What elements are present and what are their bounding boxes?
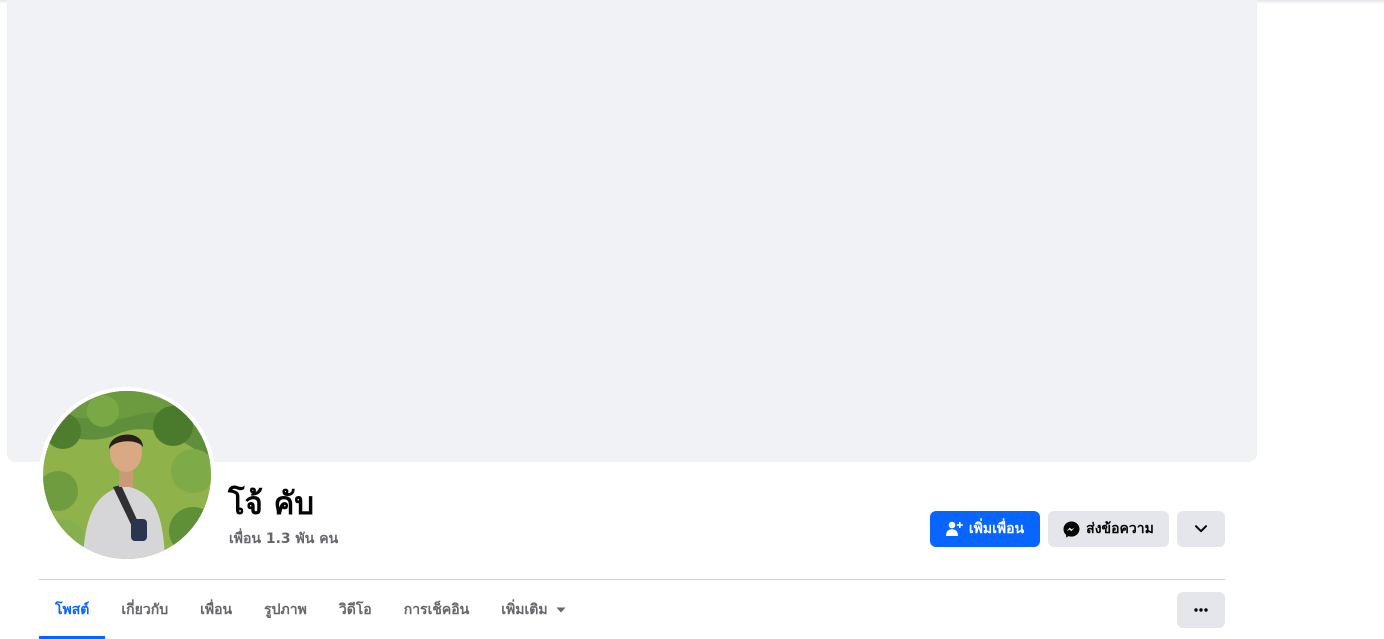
tab-label: เพื่อน bbox=[200, 601, 233, 618]
tab-photos[interactable]: รูปภาพ bbox=[248, 580, 323, 639]
profile-name: โจ้ คับ bbox=[228, 486, 315, 522]
more-dots-icon bbox=[1194, 608, 1208, 612]
tab-checkins[interactable]: การเช็คอิน bbox=[388, 580, 486, 639]
tab-friends[interactable]: เพื่อน bbox=[184, 580, 248, 639]
add-friend-label: เพิ่มเพื่อน bbox=[968, 521, 1025, 537]
tab-videos[interactable]: วิดีโอ bbox=[323, 580, 388, 639]
profile-tabs: โพสต์ เกี่ยวกับ เพื่อน รูปภาพ วิดีโอ การ… bbox=[39, 580, 582, 639]
message-label: ส่งข้อความ bbox=[1086, 521, 1154, 537]
tab-posts[interactable]: โพสต์ bbox=[39, 580, 106, 639]
caret-down-icon bbox=[556, 607, 566, 612]
profile-options-button[interactable] bbox=[1177, 511, 1225, 547]
tab-label: เพิ่มเติม bbox=[501, 601, 548, 618]
tab-label: โพสต์ bbox=[55, 601, 90, 618]
tab-label: การเช็คอิน bbox=[403, 601, 470, 618]
avatar-photo bbox=[43, 391, 211, 559]
tab-more[interactable]: เพิ่มเติม bbox=[485, 580, 581, 639]
tab-label: เกี่ยวกับ bbox=[121, 601, 169, 618]
tab-label: วิดีโอ bbox=[338, 601, 372, 618]
friends-count[interactable]: เพื่อน 1.3 พัน คน bbox=[229, 528, 338, 550]
add-friend-button[interactable]: เพิ่มเพื่อน bbox=[930, 511, 1040, 547]
profile-avatar[interactable] bbox=[43, 391, 211, 559]
chevron-down-icon bbox=[1195, 525, 1207, 533]
more-options-button[interactable] bbox=[1177, 592, 1225, 628]
messenger-icon bbox=[1063, 521, 1080, 537]
person-plus-icon bbox=[945, 521, 963, 536]
tab-label: รูปภาพ bbox=[264, 601, 307, 618]
message-button[interactable]: ส่งข้อความ bbox=[1048, 511, 1169, 547]
cover-photo[interactable] bbox=[7, 0, 1257, 462]
tab-about[interactable]: เกี่ยวกับ bbox=[105, 580, 184, 639]
